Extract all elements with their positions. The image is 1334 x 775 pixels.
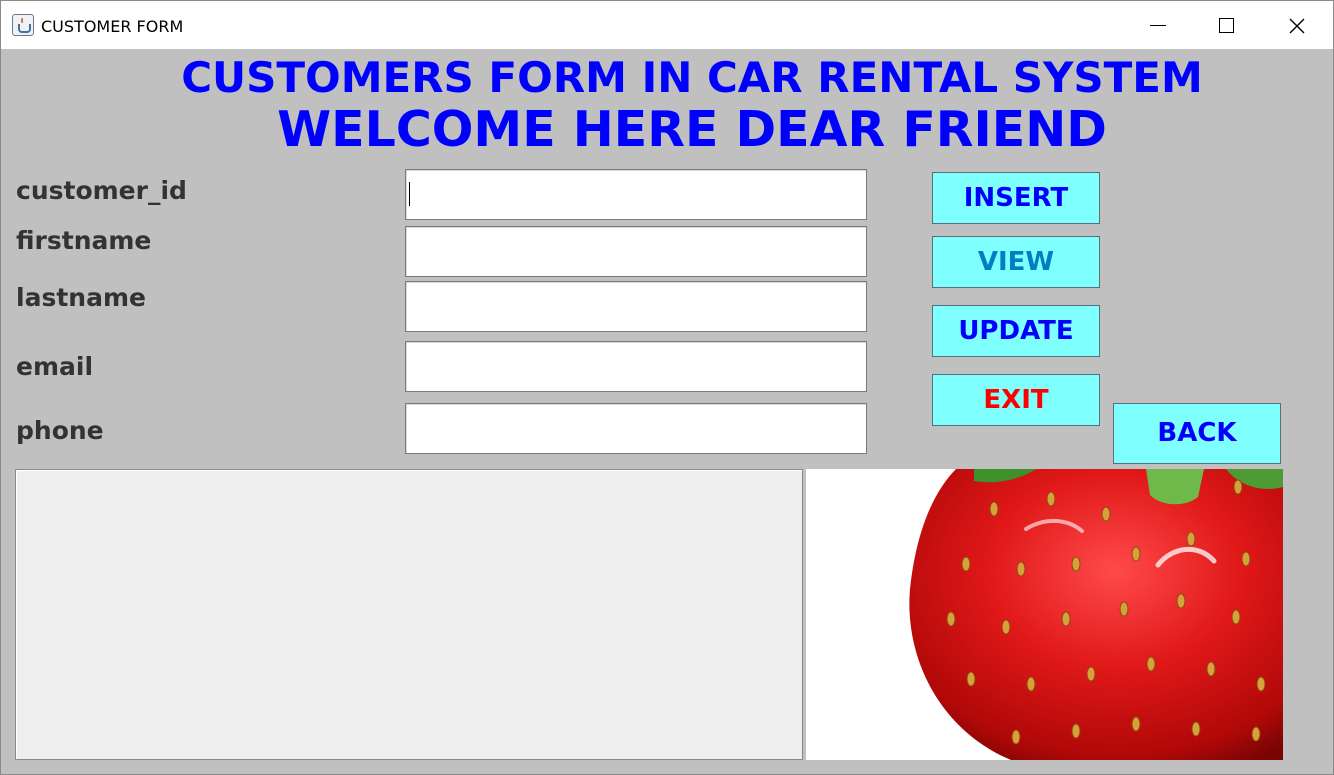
insert-button[interactable]: INSERT xyxy=(932,172,1100,224)
minimize-icon xyxy=(1150,25,1166,26)
phone-label: phone xyxy=(16,416,104,445)
maximize-icon xyxy=(1219,18,1234,33)
form-heading: CUSTOMERS FORM IN CAR RENTAL SYSTEM xyxy=(181,53,1203,102)
lastname-label: lastname xyxy=(16,283,146,312)
email-label: email xyxy=(16,352,94,381)
java-app-icon xyxy=(12,14,34,36)
customer-id-label: customer_id xyxy=(16,176,187,205)
strawberry-image xyxy=(806,469,1283,760)
back-button[interactable]: BACK xyxy=(1113,403,1281,464)
close-button[interactable] xyxy=(1263,1,1331,49)
minimize-button[interactable] xyxy=(1123,1,1191,49)
firstname-field[interactable] xyxy=(405,226,867,277)
maximize-button[interactable] xyxy=(1191,1,1259,49)
window-title: CUSTOMER FORM xyxy=(41,17,184,36)
view-button[interactable]: VIEW xyxy=(932,236,1100,288)
strawberry-illustration xyxy=(806,469,1283,760)
text-caret xyxy=(409,182,410,206)
welcome-heading: WELCOME HERE DEAR FRIEND xyxy=(277,101,1107,158)
email-field[interactable] xyxy=(405,341,867,392)
title-bar: CUSTOMER FORM xyxy=(1,1,1333,49)
update-button[interactable]: UPDATE xyxy=(932,305,1100,357)
lastname-field[interactable] xyxy=(405,281,867,332)
close-icon xyxy=(1289,18,1305,34)
exit-button[interactable]: EXIT xyxy=(932,374,1100,426)
phone-field[interactable] xyxy=(405,403,867,454)
output-text-area[interactable] xyxy=(15,469,803,760)
customer-id-field[interactable] xyxy=(405,169,867,220)
customer-form-window: CUSTOMER FORM CUSTOMERS FORM IN CAR RENT… xyxy=(0,0,1334,775)
firstname-label: firstname xyxy=(16,226,152,255)
